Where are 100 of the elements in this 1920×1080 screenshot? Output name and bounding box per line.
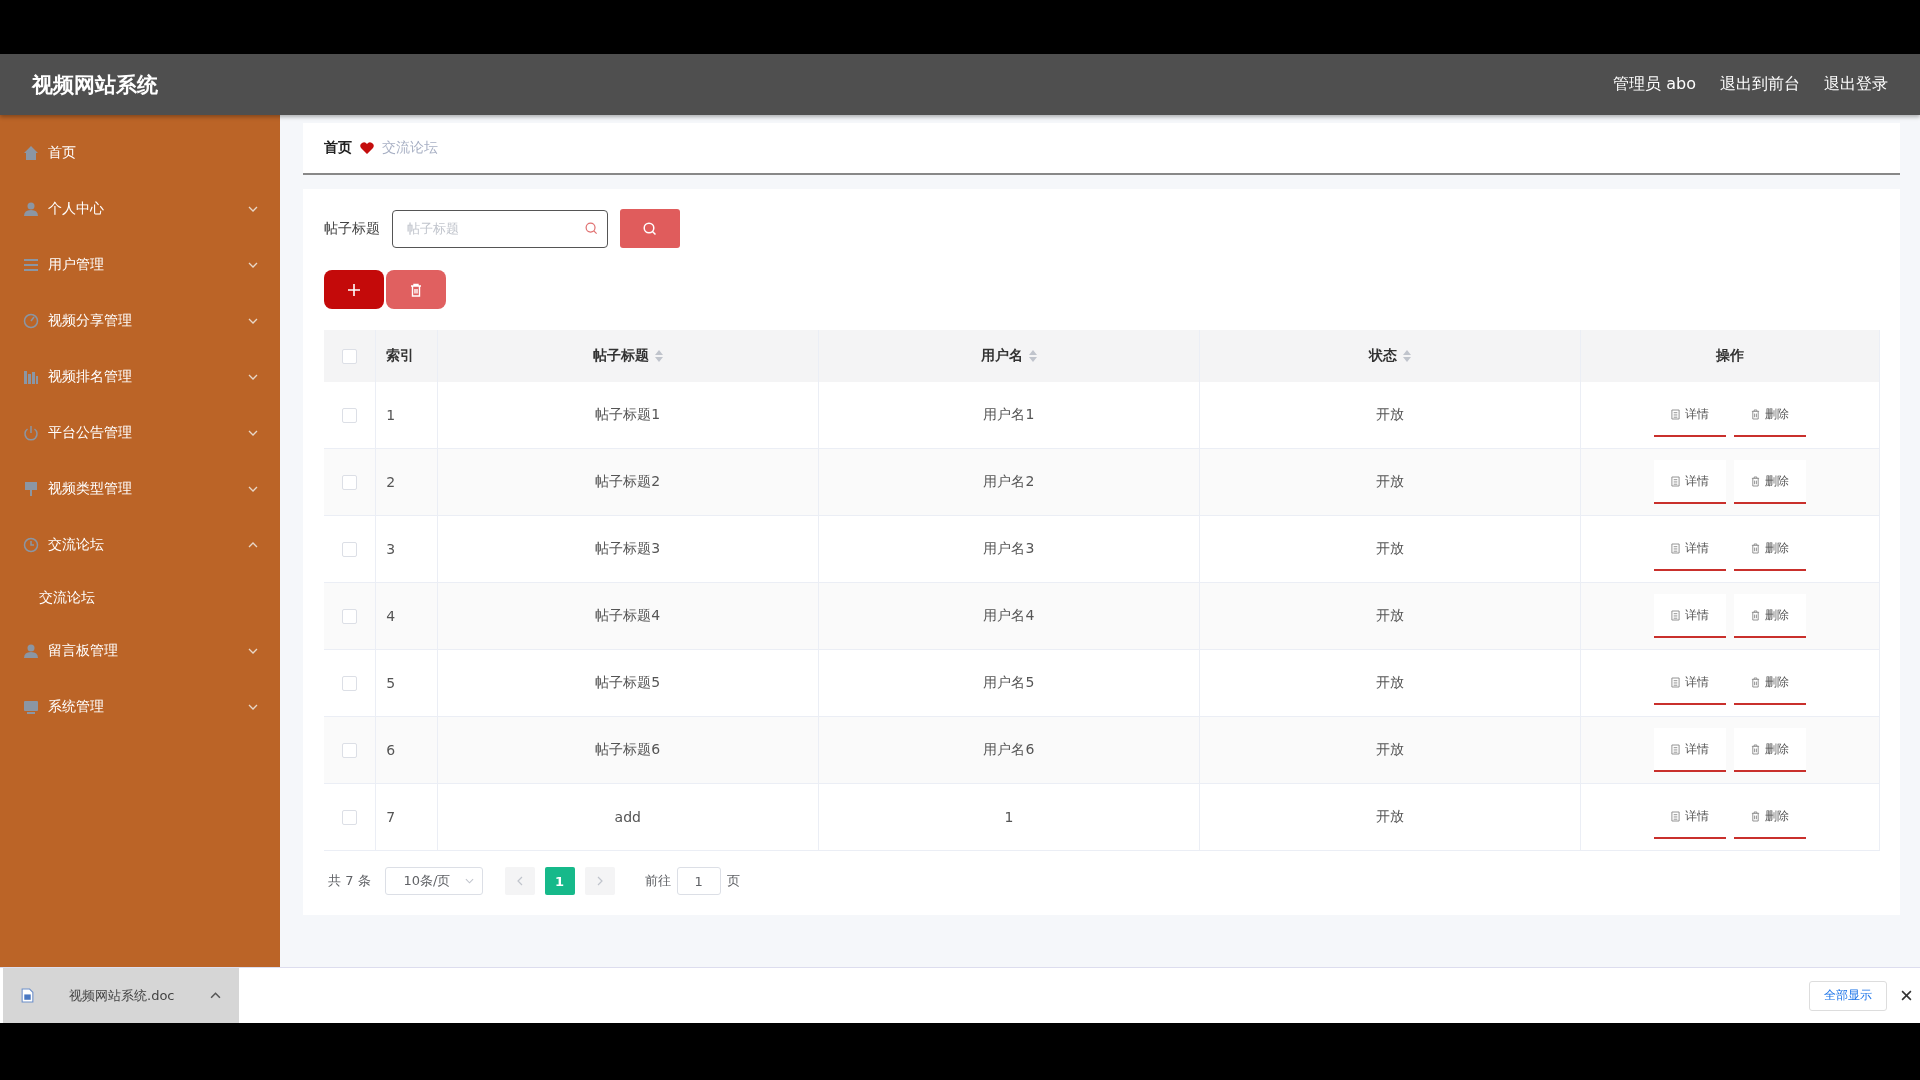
column-header: 状态: [1369, 347, 1398, 365]
checkbox[interactable]: [342, 743, 358, 759]
download-item[interactable]: 视频网站系统.doc: [3, 968, 239, 1023]
previous-page-button[interactable]: [504, 867, 535, 895]
header-link[interactable]: 退出到前台: [1720, 74, 1800, 95]
menu-item-icon: [23, 425, 39, 441]
trash-icon: [409, 282, 423, 297]
app-title: 视频网站系统: [32, 71, 158, 99]
trash-icon: [1751, 408, 1761, 420]
checkbox[interactable]: [342, 609, 358, 625]
sidebar-item[interactable]: 系统管理: [48, 698, 248, 716]
table-cell: 用户名1: [983, 406, 1035, 422]
sidebar-item[interactable]: 首页: [48, 144, 258, 162]
document-icon: [1671, 408, 1681, 420]
delete-row-button[interactable]: 删除: [1734, 460, 1807, 504]
menu-item-icon: [23, 369, 39, 385]
sidebar-subitem[interactable]: 交流论坛: [39, 589, 95, 607]
table-cell: 3: [386, 541, 396, 557]
checkbox[interactable]: [342, 676, 358, 692]
add-button[interactable]: [324, 270, 384, 309]
close-icon[interactable]: [1901, 990, 1912, 1001]
table-cell: 开放: [1376, 741, 1405, 757]
table-cell: 1: [1004, 809, 1014, 825]
document-icon: [1671, 810, 1681, 822]
header-link[interactable]: 退出登录: [1824, 74, 1888, 95]
delete-row-button[interactable]: 删除: [1734, 594, 1807, 638]
menu-item-icon: [23, 201, 39, 217]
goto-label: 前往: [644, 872, 671, 890]
table-cell: 1: [386, 407, 396, 423]
details-button[interactable]: 详情: [1654, 728, 1727, 772]
table-cell: 帖子标题1: [595, 406, 661, 422]
show-all-button[interactable]: 全部显示: [1809, 980, 1887, 1011]
table-cell: 开放: [1376, 406, 1405, 422]
table-cell: 6: [386, 742, 396, 758]
table-cell: 用户名6: [983, 741, 1035, 757]
search-icon: [585, 221, 598, 235]
sidebar-item[interactable]: 留言板管理: [48, 642, 248, 660]
trash-icon: [1751, 542, 1761, 554]
sidebar-item[interactable]: 平台公告管理: [48, 424, 248, 442]
table-cell: 7: [386, 809, 396, 825]
menu-item-icon: [23, 257, 39, 273]
sort-icon[interactable]: [1403, 350, 1412, 362]
checkbox[interactable]: [342, 542, 358, 558]
sidebar-item[interactable]: 视频类型管理: [48, 480, 248, 498]
table-cell: 5: [386, 675, 396, 691]
document-icon: [1671, 542, 1681, 554]
column-header: 索引: [386, 347, 415, 365]
trash-icon: [1751, 609, 1761, 621]
table-cell: 用户名3: [983, 540, 1035, 556]
checkbox[interactable]: [342, 475, 358, 491]
document-icon: [1671, 676, 1681, 688]
sort-icon[interactable]: [654, 350, 663, 362]
trash-icon: [1751, 676, 1761, 688]
plus-icon: [347, 282, 361, 297]
table-cell: add: [614, 809, 641, 825]
sort-icon[interactable]: [1028, 350, 1037, 362]
menu-item-icon: [23, 481, 39, 497]
delete-button[interactable]: [386, 270, 446, 309]
chevron-up-icon: [210, 992, 221, 999]
document-icon: [1671, 743, 1681, 755]
sidebar-item[interactable]: 视频分享管理: [48, 312, 248, 330]
document-icon: [1671, 609, 1681, 621]
delete-row-button[interactable]: 删除: [1734, 728, 1807, 772]
sidebar-item[interactable]: 交流论坛: [48, 536, 248, 554]
checkbox[interactable]: [342, 349, 358, 365]
checkbox[interactable]: [342, 810, 358, 826]
breadcrumb-link[interactable]: 首页: [324, 139, 352, 157]
next-page-button[interactable]: [584, 867, 615, 895]
table-cell: 用户名2: [983, 473, 1035, 489]
trash-icon: [1751, 810, 1761, 822]
chevron-left-icon: [516, 876, 523, 886]
trash-icon: [1751, 475, 1761, 487]
table-cell: 开放: [1376, 808, 1405, 824]
table-cell: 用户名5: [983, 674, 1035, 690]
sidebar-item[interactable]: 用户管理: [48, 256, 248, 274]
menu-item-icon: [23, 313, 39, 329]
table-cell: 用户名4: [983, 607, 1035, 623]
table-cell: 4: [386, 608, 396, 624]
sidebar-item[interactable]: 视频排名管理: [48, 368, 248, 386]
page-input[interactable]: 1: [676, 867, 721, 895]
sidebar-item[interactable]: 个人中心: [48, 200, 248, 218]
details-button[interactable]: 详情: [1654, 460, 1727, 504]
menu-item-icon: [23, 643, 39, 659]
chevron-icon: [464, 878, 474, 884]
heart-icon: [360, 142, 374, 154]
user-label: 管理员 abo: [1613, 74, 1696, 95]
checkbox[interactable]: [342, 408, 358, 424]
chevron-right-icon: [596, 876, 603, 886]
table-cell: 2: [386, 474, 396, 490]
table-cell: 帖子标题4: [595, 607, 661, 623]
details-button[interactable]: 详情: [1654, 594, 1727, 638]
menu-item-icon: [23, 537, 39, 553]
page-size-select[interactable]: 10条/页: [384, 867, 483, 895]
trash-icon: [1751, 743, 1761, 755]
search-button[interactable]: [620, 209, 680, 248]
search-icon: [643, 221, 657, 236]
table-cell: 帖子标题2: [595, 473, 661, 489]
menu-item-icon: [23, 699, 39, 715]
search-label: 帖子标题: [324, 219, 380, 238]
column-header: 操作: [1716, 347, 1745, 365]
